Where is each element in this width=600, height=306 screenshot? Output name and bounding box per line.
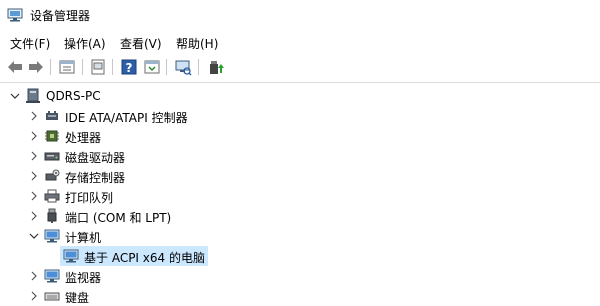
menu-action[interactable]: 操作(A) xyxy=(64,35,106,52)
monitor-icon xyxy=(63,249,79,263)
chevron-right-icon[interactable] xyxy=(28,150,40,162)
menu-help[interactable]: 帮助(H) xyxy=(176,35,218,52)
chevron-right-icon[interactable] xyxy=(28,130,40,142)
chevron-right-icon[interactable] xyxy=(28,290,40,302)
menu-view[interactable]: 查看(V) xyxy=(120,35,162,52)
tree-item-label: 基于 ACPI x64 的电脑 xyxy=(84,251,205,265)
tree-item-disk-drive[interactable]: 磁盘驱动器 xyxy=(0,146,600,166)
disk-drive-icon xyxy=(44,152,60,161)
chevron-right-icon[interactable] xyxy=(28,110,40,122)
scan-hardware-icon[interactable] xyxy=(174,58,192,76)
tree-item-label: 键盘 xyxy=(65,291,90,305)
chevron-right-icon[interactable] xyxy=(28,190,40,202)
driver-details-icon[interactable] xyxy=(89,58,107,76)
tree-item-port[interactable]: 端口 (COM 和 LPT) xyxy=(0,206,600,226)
tree-item-label: 端口 (COM 和 LPT) xyxy=(65,211,172,225)
tree-item-label: 打印队列 xyxy=(65,191,114,205)
tree-item-keyboard[interactable]: 键盘 xyxy=(0,286,600,306)
chevron-down-icon[interactable] xyxy=(28,230,40,242)
computer-tower-icon xyxy=(26,88,40,103)
menu-file[interactable]: 文件(F) xyxy=(10,35,50,52)
tree-item-label: 计算机 xyxy=(65,231,102,245)
tree-item-monitor[interactable]: 监视器 xyxy=(0,266,600,286)
toolbar-separator xyxy=(198,59,199,75)
tree-item-print-queue[interactable]: 打印队列 xyxy=(0,186,600,206)
tree-root[interactable]: QDRS-PC xyxy=(0,86,600,106)
forward-arrow-icon[interactable] xyxy=(27,58,45,76)
processor-icon xyxy=(45,130,59,142)
title-bar: 设备管理器 xyxy=(0,0,600,30)
show-hidden-icon[interactable] xyxy=(143,58,161,76)
toolbar-separator xyxy=(166,59,167,75)
computer-icon xyxy=(44,229,60,243)
tree-item-storage-controller[interactable]: 存储控制器 xyxy=(0,166,600,186)
toolbar-divider xyxy=(0,82,600,83)
toolbar: ? xyxy=(0,55,600,79)
toolbar-separator xyxy=(112,59,113,75)
printer-icon xyxy=(44,189,60,203)
tree-item-label: 存储控制器 xyxy=(65,171,126,185)
ide-controller-icon xyxy=(46,111,58,120)
tree-item-label: 监视器 xyxy=(65,271,102,285)
tree-item-label: IDE ATA/ATAPI 控制器 xyxy=(65,111,188,125)
help-icon[interactable]: ? xyxy=(120,58,138,76)
toolbar-separator xyxy=(50,59,51,75)
properties-window-icon[interactable] xyxy=(58,58,76,76)
tree-root-label: QDRS-PC xyxy=(46,89,101,103)
tree-item-processor[interactable]: 处理器 xyxy=(0,126,600,146)
tree-item-computer[interactable]: 计算机 xyxy=(0,226,600,246)
device-tree[interactable]: QDRS-PC IDE ATA/ATAPI 控制器 处理器 磁盘驱动器 存储控制… xyxy=(0,84,600,305)
back-arrow-icon[interactable] xyxy=(6,58,24,76)
update-driver-icon[interactable] xyxy=(206,58,224,76)
tree-item-acpi-pc[interactable]: 基于 ACPI x64 的电脑 xyxy=(0,246,600,266)
port-icon xyxy=(47,208,57,223)
window-title: 设备管理器 xyxy=(30,9,91,23)
chevron-right-icon[interactable] xyxy=(28,270,40,282)
device-manager-icon xyxy=(7,8,23,22)
chevron-right-icon[interactable] xyxy=(28,210,40,222)
chevron-right-icon[interactable] xyxy=(28,170,40,182)
monitor-icon xyxy=(44,269,60,283)
keyboard-icon xyxy=(44,292,60,301)
chevron-down-icon[interactable] xyxy=(9,90,21,102)
tree-item-label: 磁盘驱动器 xyxy=(65,151,126,165)
toolbar-separator xyxy=(82,59,83,75)
storage-controller-icon xyxy=(45,169,60,181)
tree-item-label: 处理器 xyxy=(65,131,102,145)
svg-text:?: ? xyxy=(126,61,133,75)
tree-item-ide[interactable]: IDE ATA/ATAPI 控制器 xyxy=(0,106,600,126)
menu-bar: 文件(F) 操作(A) 查看(V) 帮助(H) xyxy=(0,33,600,53)
